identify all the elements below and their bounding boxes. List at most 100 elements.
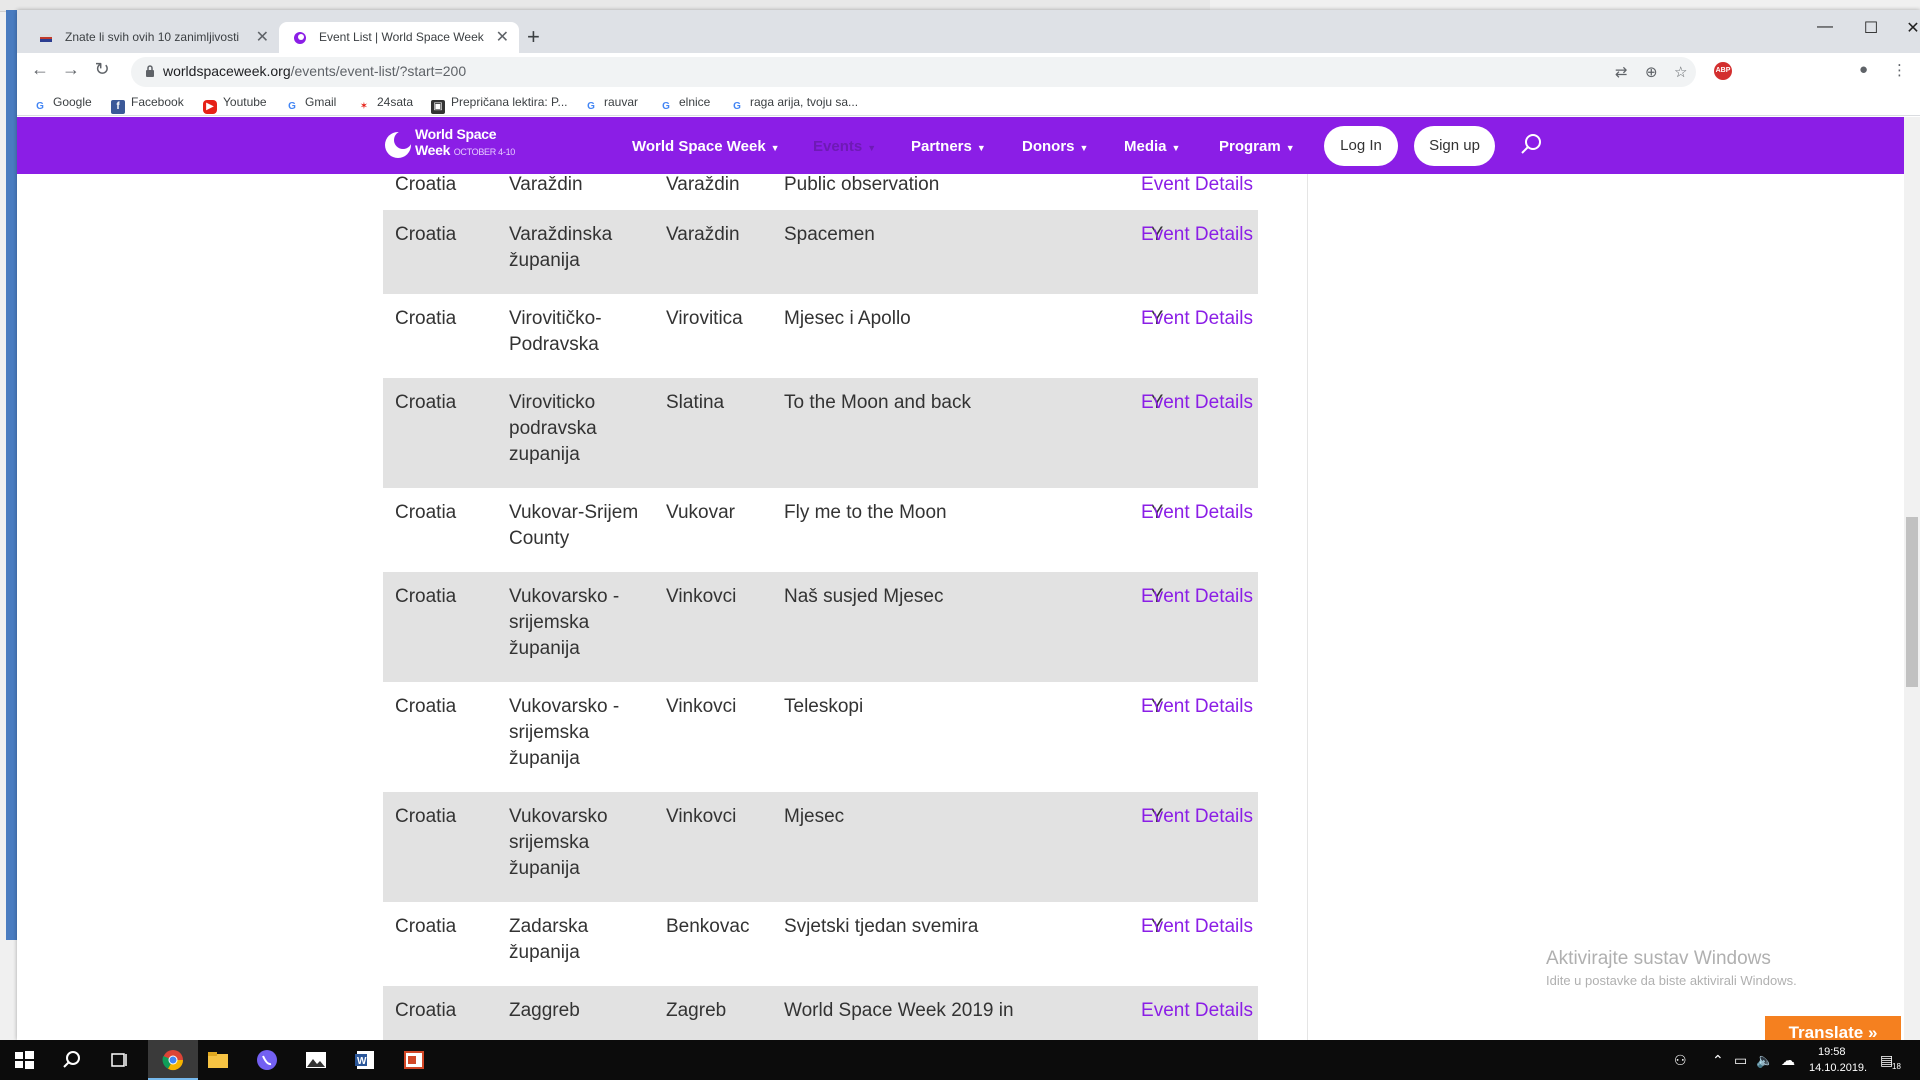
bookmark-youtube[interactable]: ▶ Youtube bbox=[203, 95, 267, 114]
bookmark-24sata[interactable]: ✶ 24sata bbox=[357, 95, 413, 114]
url-domain: worldspaceweek.org bbox=[163, 63, 291, 79]
clock-time[interactable]: 19:58 bbox=[1818, 1046, 1846, 1058]
new-tab-plus-icon[interactable]: + bbox=[527, 24, 540, 50]
bookmark-lektira[interactable]: ▣ Prepričana lektira: P... bbox=[431, 95, 568, 114]
adblock-icon[interactable]: ABP bbox=[1714, 62, 1732, 80]
event-details-link[interactable]: Event Details bbox=[1130, 222, 1253, 248]
minimize-icon[interactable]: — bbox=[1805, 18, 1845, 36]
network-icon[interactable]: ▭ bbox=[1734, 1052, 1747, 1069]
zoom-icon[interactable]: ⊕ bbox=[1645, 63, 1658, 81]
brand-name-line1: World Space bbox=[415, 126, 497, 142]
nav-media[interactable]: Media ▼ bbox=[1124, 138, 1180, 155]
clock-date[interactable]: 14.10.2019. bbox=[1809, 1062, 1867, 1074]
nav-label: World Space Week bbox=[632, 138, 766, 155]
windows-taskbar: W ⚇ ⌃ ▭ 🔈 ☁ 19:58 14.10.2019. ▤ 18 bbox=[0, 1040, 1920, 1080]
google-icon: G bbox=[587, 101, 595, 112]
windows-start-icon[interactable] bbox=[12, 1048, 36, 1072]
tab-event-list[interactable]: Event List | World Space Week ✕ bbox=[279, 22, 519, 53]
svg-text:W: W bbox=[357, 1056, 367, 1067]
word-icon[interactable]: W bbox=[353, 1048, 377, 1072]
login-button[interactable]: Log In bbox=[1324, 126, 1398, 166]
viber-icon[interactable] bbox=[255, 1048, 279, 1072]
google-icon: G bbox=[288, 101, 296, 112]
volume-icon[interactable]: 🔈 bbox=[1756, 1052, 1773, 1069]
bookmark-elnice[interactable]: Gelnice bbox=[659, 95, 710, 114]
site-favicon-icon bbox=[40, 34, 52, 42]
nav-world-space-week[interactable]: World Space Week ▼ bbox=[632, 138, 780, 155]
signup-button[interactable]: Sign up bbox=[1414, 126, 1495, 166]
reload-icon[interactable]: ↻ bbox=[89, 59, 115, 80]
event-details-link[interactable]: Event Details bbox=[1130, 174, 1253, 198]
chrome-taskbar-button[interactable] bbox=[148, 1040, 198, 1080]
event-details-link[interactable]: Event Details bbox=[1130, 914, 1253, 940]
chrome-window: Znate li svih ovih 10 zanimljivosti ✕ Ev… bbox=[17, 10, 1920, 1040]
event-details-link[interactable]: Event Details bbox=[1130, 998, 1253, 1024]
event-details-link[interactable]: Event Details bbox=[1130, 306, 1253, 332]
bookmark-facebook[interactable]: f Facebook bbox=[111, 95, 184, 114]
close-tab-icon[interactable]: ✕ bbox=[496, 22, 509, 53]
close-tab-icon[interactable]: ✕ bbox=[256, 22, 269, 53]
event-details-link[interactable]: Event Details bbox=[1130, 584, 1253, 610]
close-window-icon[interactable]: ✕ bbox=[1893, 18, 1920, 38]
forward-arrow-icon[interactable]: → bbox=[58, 59, 84, 80]
nav-donors[interactable]: Donors ▼ bbox=[1022, 138, 1088, 155]
event-title: Teleskopi bbox=[784, 696, 864, 717]
event-title: Mjesec i Apollo bbox=[784, 308, 911, 329]
logo-text: World Space Week OCTOBER 4-10 bbox=[415, 126, 515, 160]
event-title: Mjesec bbox=[784, 806, 845, 827]
event-city: Vinkovci bbox=[666, 586, 737, 607]
chevron-down-icon: ▼ bbox=[1079, 143, 1089, 153]
bookmark-rauvar[interactable]: Grauvar bbox=[584, 95, 638, 114]
chevron-up-icon[interactable]: ⌃ bbox=[1712, 1052, 1724, 1069]
search-icon[interactable] bbox=[60, 1048, 84, 1072]
event-city: Varaždin bbox=[666, 224, 740, 245]
table-row: Croatia Virovitičko-Podravska Virovitica Mj… bbox=[383, 294, 1258, 378]
task-view-icon[interactable] bbox=[108, 1048, 132, 1072]
chrome-menu-icon[interactable]: ⋮ bbox=[1892, 61, 1907, 79]
table-row: Croatia Vukovarsko - srijemska županija Vi… bbox=[383, 682, 1258, 792]
google-icon: G bbox=[662, 101, 670, 112]
event-city: Benkovac bbox=[666, 916, 750, 937]
maximize-icon[interactable]: ☐ bbox=[1851, 18, 1891, 38]
event-details-link[interactable]: Event Details bbox=[1130, 500, 1253, 526]
tab-znate-li[interactable]: Znate li svih ovih 10 zanimljivosti ✕ bbox=[25, 22, 279, 53]
event-details-link[interactable]: Event Details bbox=[1130, 694, 1253, 720]
bookmark-label: elnice bbox=[679, 95, 711, 109]
people-icon[interactable]: ⚇ bbox=[1674, 1052, 1687, 1069]
bookmark-raga-arija[interactable]: Graga arija, tvoju sa... bbox=[730, 95, 858, 114]
nav-events[interactable]: Events ▼ bbox=[813, 138, 876, 155]
event-details-link[interactable]: Event Details bbox=[1130, 390, 1253, 416]
event-region: Virovitičko-Podravska bbox=[509, 308, 602, 355]
page-scrollbar[interactable] bbox=[1904, 117, 1920, 1040]
event-title: Svjetski tjedan svemira bbox=[784, 916, 979, 937]
event-city: Vinkovci bbox=[666, 696, 737, 717]
event-city: Varaždin bbox=[666, 174, 740, 195]
event-details-link[interactable]: Event Details bbox=[1130, 804, 1253, 830]
bookmark-gmail[interactable]: G Gmail bbox=[285, 95, 336, 114]
event-country: Croatia bbox=[395, 806, 457, 827]
google-icon: G bbox=[36, 101, 44, 112]
translate-button[interactable]: Translate » bbox=[1765, 1016, 1901, 1040]
scrollbar-thumb[interactable] bbox=[1906, 517, 1918, 687]
powerpoint-icon[interactable] bbox=[402, 1048, 426, 1072]
bookmark-star-icon[interactable]: ☆ bbox=[1674, 63, 1687, 81]
nav-label: Program bbox=[1219, 138, 1281, 155]
address-bar[interactable]: worldspaceweek.org/events/event-list/?st… bbox=[131, 57, 1696, 87]
back-arrow-icon[interactable]: ← bbox=[27, 59, 53, 80]
translate-page-icon[interactable]: ⇄ bbox=[1615, 63, 1628, 81]
nav-program[interactable]: Program ▼ bbox=[1219, 138, 1295, 155]
profile-avatar-icon[interactable]: ● bbox=[1859, 61, 1868, 78]
bookmark-google[interactable]: G Google bbox=[33, 95, 92, 114]
onedrive-icon[interactable]: ☁ bbox=[1781, 1052, 1795, 1069]
bookmark-label: 24sata bbox=[377, 95, 414, 109]
file-explorer-icon[interactable] bbox=[206, 1048, 230, 1072]
chevron-down-icon: ▼ bbox=[770, 143, 780, 153]
event-region: Vukovar-Srijem County bbox=[509, 502, 639, 549]
photos-icon[interactable] bbox=[304, 1048, 328, 1072]
event-region: Zaggreb bbox=[509, 1000, 580, 1021]
world-space-week-favicon-icon bbox=[294, 32, 306, 44]
youtube-icon: ▶ bbox=[203, 100, 217, 114]
event-title: Fly me to the Moon bbox=[784, 502, 947, 523]
search-icon[interactable] bbox=[1519, 133, 1543, 157]
nav-partners[interactable]: Partners ▼ bbox=[911, 138, 986, 155]
